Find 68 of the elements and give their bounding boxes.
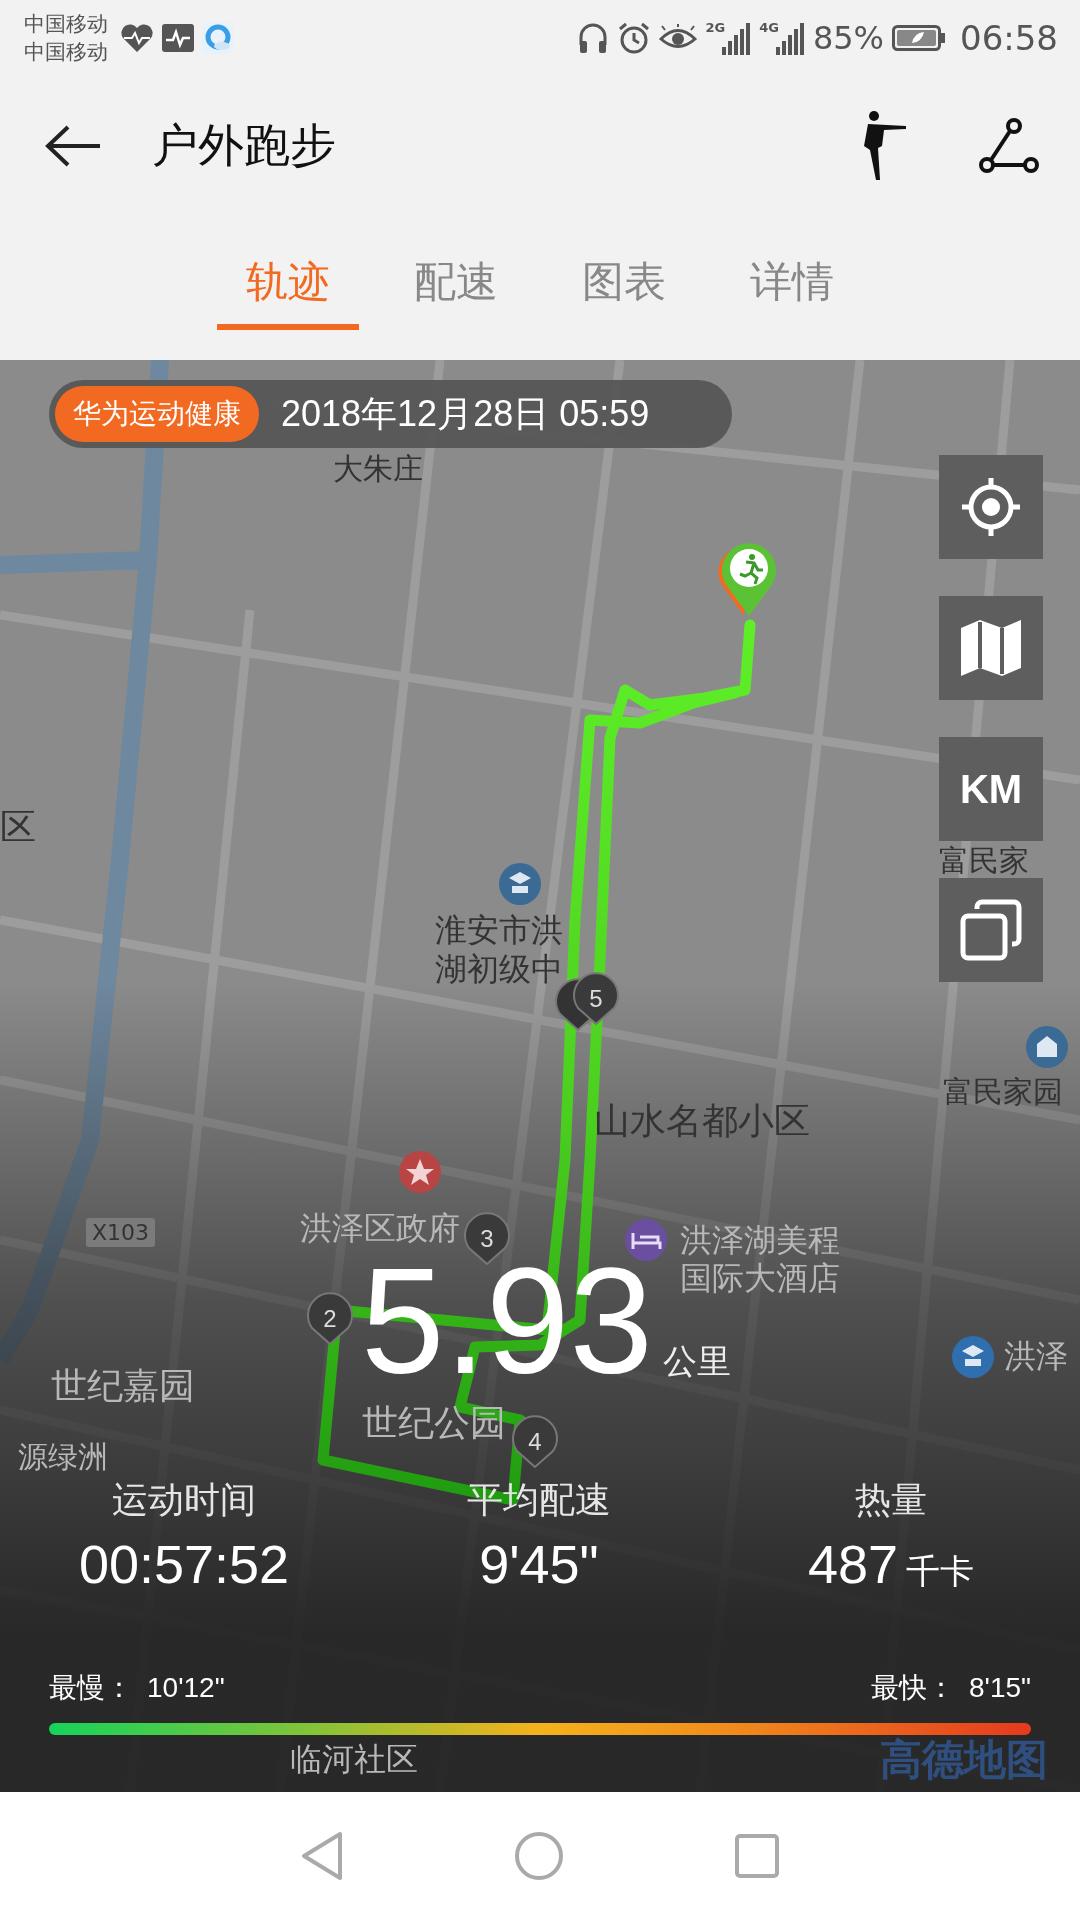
place-label: 大朱庄 bbox=[333, 452, 423, 487]
place-label: 洪泽区政府 bbox=[300, 1210, 460, 1247]
nodes-icon bbox=[978, 117, 1040, 175]
place-label: 淮安市洪 bbox=[435, 912, 563, 949]
map-logo: 高德地图 bbox=[880, 1734, 1048, 1786]
locate-button[interactable] bbox=[939, 455, 1043, 559]
stat-value: 00:57:52 bbox=[78, 1534, 290, 1594]
square-recents-icon bbox=[734, 1833, 780, 1879]
unit-button[interactable]: KM bbox=[939, 737, 1043, 841]
map-icon bbox=[960, 618, 1022, 678]
fastest-label: 最快： bbox=[871, 1672, 955, 1703]
place-label: 湖初级中 bbox=[435, 951, 563, 988]
back-arrow-icon bbox=[44, 124, 102, 168]
km-marker: 2 bbox=[307, 1292, 353, 1345]
slowest-pace: 10'12" bbox=[147, 1672, 225, 1703]
place-label: 山水名都小区 bbox=[594, 1100, 810, 1142]
slowest-label: 最慢： bbox=[49, 1672, 133, 1703]
fastest-pace: 8'15" bbox=[969, 1672, 1031, 1703]
layers-button[interactable] bbox=[939, 878, 1043, 982]
place-label: 富民家园 bbox=[943, 1075, 1063, 1110]
tab[interactable]: 轨迹 bbox=[217, 216, 359, 330]
stat-label: 热量 bbox=[855, 1479, 927, 1520]
headphones-icon bbox=[577, 21, 610, 55]
circle-home-icon bbox=[514, 1831, 564, 1881]
km-marker: 5 bbox=[573, 972, 619, 1025]
tab[interactable]: 图表 bbox=[553, 216, 695, 330]
alarm-icon bbox=[617, 21, 652, 55]
app-badge: 华为运动健康 bbox=[55, 386, 259, 442]
tab[interactable]: 配速 bbox=[385, 216, 527, 330]
locate-icon bbox=[960, 476, 1022, 538]
place-label: 洪泽 bbox=[1004, 1338, 1068, 1375]
back-button[interactable] bbox=[44, 124, 102, 168]
stat-value: 9'45" bbox=[479, 1534, 599, 1594]
start-pin-icon bbox=[718, 543, 776, 616]
network-type-label: 4G bbox=[759, 21, 779, 35]
school-icon bbox=[952, 1336, 994, 1378]
pulse-icon bbox=[162, 24, 194, 52]
place-label: 富民家 bbox=[939, 844, 1029, 879]
road-label: X103 bbox=[86, 1218, 156, 1248]
stat-unit: 千卡 bbox=[906, 1552, 975, 1590]
place-label: 洪泽湖美程 bbox=[680, 1222, 840, 1259]
place-label: 世纪嘉园 bbox=[51, 1365, 195, 1407]
layers-icon bbox=[960, 899, 1022, 961]
carrier-name: 中国移动 bbox=[24, 39, 108, 66]
distance-unit: 公里 bbox=[662, 1341, 731, 1382]
stat-label: 平均配速 bbox=[467, 1479, 611, 1520]
school-icon bbox=[499, 863, 541, 905]
stat-value: 487 bbox=[807, 1534, 899, 1594]
heart-rate-icon bbox=[120, 23, 154, 53]
tab[interactable]: 详情 bbox=[721, 216, 863, 330]
page-title: 户外跑步 bbox=[152, 117, 337, 174]
app-icon bbox=[202, 22, 234, 54]
stat-label: 运动时间 bbox=[112, 1479, 256, 1520]
place-label: 国际大酒店 bbox=[680, 1260, 840, 1297]
map-type-button[interactable] bbox=[939, 596, 1043, 700]
building-icon bbox=[1026, 1026, 1068, 1068]
battery-icon bbox=[892, 25, 946, 51]
carrier-name: 中国移动 bbox=[24, 11, 108, 38]
clock-time: 06:58 bbox=[960, 18, 1058, 58]
network-type-label: 2G bbox=[705, 21, 726, 35]
battery-percent: 85% bbox=[812, 19, 884, 57]
place-label: 区 bbox=[0, 806, 36, 848]
km-marker: 4 bbox=[512, 1415, 558, 1468]
triangle-back-icon bbox=[300, 1831, 344, 1881]
workout-date: 2018年12月28日 05:59 bbox=[281, 391, 650, 436]
place-label: 源绿洲 bbox=[18, 1440, 108, 1475]
place-label: 临河社区 bbox=[290, 1741, 418, 1778]
share-button[interactable] bbox=[978, 117, 1040, 175]
